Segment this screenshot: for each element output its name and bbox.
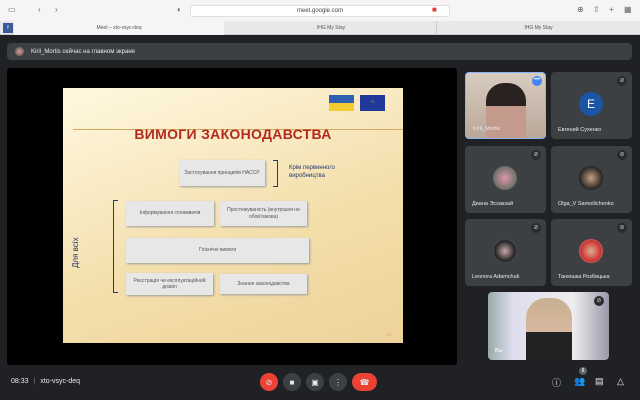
avatar (579, 239, 603, 263)
presentation-slide: ⁘ ВИМОГИ ЗАКОНОДАВСТВА Застосування прин… (63, 88, 403, 343)
mic-off-icon: ⊘ (531, 150, 541, 160)
box-text: Гігієнічні вимоги (198, 247, 237, 254)
participant-tile[interactable]: ⊘ Leonora Adamchuk (465, 219, 546, 286)
slide-box: Знання законодавства (220, 274, 307, 294)
info-icon[interactable]: ⓘ (552, 376, 561, 389)
chat-icon[interactable]: ▤ (595, 376, 604, 387)
slide-title: ВИМОГИ ЗАКОНОДАВСТВА (134, 126, 332, 142)
more-options-icon[interactable]: ••• (532, 76, 542, 86)
participant-name: Диана Эсхакзай (472, 201, 514, 207)
avatar (493, 166, 517, 190)
shield-icon: ◐ (177, 5, 182, 14)
browser-toolbar: ▭ ‹ › ◐ meet.google.com ■ ⊕ ⇧ + ▦ (0, 0, 640, 21)
participants-count-badge: 8 (579, 367, 587, 375)
end-call-button[interactable]: ☎ (352, 373, 377, 391)
avatar: E (579, 92, 603, 116)
people-icon[interactable]: 👥 (574, 376, 585, 387)
more-options-button[interactable]: ⋮ (329, 373, 347, 391)
forward-icon[interactable]: › (55, 5, 58, 14)
participant-name: Kiril_Mortis (473, 126, 501, 132)
mic-off-icon: ⊘ (594, 296, 604, 306)
present-button[interactable]: ▣ (306, 373, 324, 391)
sidebar-icon[interactable]: ▭ (8, 5, 16, 14)
haccp-box: Застосування принципів НАССР (179, 160, 265, 186)
participant-tile[interactable]: ⊘ E Евгений Сухенко (551, 72, 632, 139)
main-stage: ⁘ ВИМОГИ ЗАКОНОДАВСТВА Застосування прин… (7, 68, 457, 365)
haccp-note: Крім первинного виробництва (289, 165, 335, 180)
new-tab-icon[interactable]: + (609, 5, 614, 14)
tab-ihg-1[interactable]: IHG My Stay (226, 21, 436, 35)
meeting-info: 08:33 | xto-vsyc-deq (11, 378, 81, 385)
bracket (113, 200, 118, 293)
participant-tile-presenter[interactable]: ••• Kiril_Mortis (465, 72, 546, 139)
box-text: Реєстрація чи експлуатаційний дозвіл (133, 277, 206, 291)
slide-box: Гігієнічні вимоги (126, 238, 309, 263)
facebook-tab[interactable]: f (3, 23, 13, 33)
tab-label: Meet – xto-vsyc-deq (96, 25, 142, 31)
tab-ihg-2[interactable]: IHG My Stay (436, 21, 640, 35)
participant-name: Вы (495, 348, 503, 354)
address-bar[interactable]: meet.google.com (190, 5, 450, 17)
participant-tile[interactable]: ⊘ Танюшка Розбицька (551, 219, 632, 286)
box-text: Простежуваність (внутрішня не обов'язков… (227, 207, 300, 220)
camera-recording-icon: ■ (432, 5, 437, 14)
box-text: Інформування споживачів (139, 210, 201, 217)
mic-off-icon: ⊘ (617, 76, 627, 86)
bracket (273, 160, 278, 187)
tab-label: IHG My Stay (524, 25, 553, 31)
tab-overview-icon[interactable]: ▦ (624, 5, 632, 14)
participant-tile[interactable]: ⊘ Olga_V Samoilichenko (551, 146, 632, 213)
presenter-avatar (15, 47, 24, 56)
slide-page-number: 24 (386, 332, 391, 337)
participant-name: Танюшка Розбицька (558, 274, 610, 280)
back-icon[interactable]: ‹ (38, 5, 41, 14)
slide-box: Реєстрація чи експлуатаційний дозвіл (126, 273, 213, 295)
share-icon[interactable]: ⇧ (593, 5, 600, 14)
clock: 08:33 (11, 378, 29, 385)
participant-name: Leonora Adamchuk (472, 274, 520, 280)
box-text: Знання законодавства (237, 280, 290, 287)
avatar (579, 166, 603, 190)
participant-name: Евгений Сухенко (558, 127, 602, 133)
mic-off-icon: ⊘ (531, 223, 541, 233)
eu-flag-icon: ⁘ (360, 95, 385, 111)
for-all-label: Для всіх (71, 237, 80, 268)
presenting-banner: Kiril_Mortis сейчас на главном экране (7, 43, 632, 60)
box-text: Застосування принципів НАССР (184, 169, 260, 176)
meeting-code: xto-vsyc-deq (40, 378, 81, 385)
slide-box: Інформування споживачів (126, 201, 214, 226)
ukraine-flag-icon (329, 95, 354, 111)
tab-label: IHG My Stay (316, 25, 346, 31)
mic-off-icon: ⊘ (617, 150, 627, 160)
meeting-controls: 08:33 | xto-vsyc-deq ⊘ ■ ▣ ⋮ ☎ ⓘ 👥 8 ▤ △ (0, 365, 640, 400)
download-icon[interactable]: ⊕ (577, 5, 584, 14)
participant-tile[interactable]: ⊘ Диана Эсхакзай (465, 146, 546, 213)
slide-box: Простежуваність (внутрішня не обов'язков… (220, 201, 307, 226)
avatar (493, 239, 517, 263)
self-view-tile[interactable]: ⊘ Вы (488, 292, 609, 360)
camera-toggle-button[interactable]: ■ (283, 373, 301, 391)
self-video (526, 298, 572, 360)
mic-off-icon: ⊘ (617, 223, 627, 233)
tab-meet[interactable]: Meet – xto-vsyc-deq (14, 21, 224, 35)
participant-name: Olga_V Samoilichenko (558, 201, 614, 207)
mic-toggle-button[interactable]: ⊘ (260, 373, 278, 391)
tab-bar: f Meet – xto-vsyc-deq IHG My Stay IHG My… (0, 21, 640, 35)
url-text: meet.google.com (296, 8, 344, 14)
activities-icon[interactable]: △ (617, 376, 624, 387)
banner-text: Kiril_Mortis сейчас на главном экране (31, 48, 136, 55)
